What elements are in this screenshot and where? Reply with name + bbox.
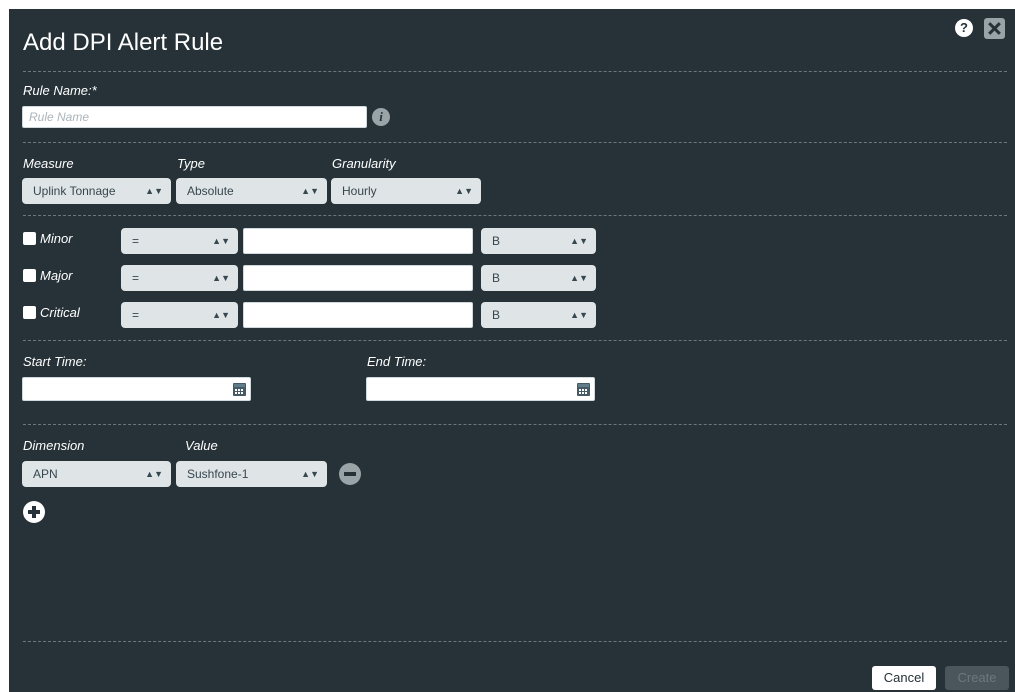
info-icon[interactable]: i <box>372 108 390 126</box>
create-button[interactable]: Create <box>945 666 1009 690</box>
select-arrows-icon: ▲▼ <box>145 185 163 196</box>
divider <box>23 215 1007 216</box>
major-operator-select[interactable]: = ▲▼ <box>121 265 238 291</box>
start-time-input[interactable] <box>22 377 251 401</box>
select-arrows-icon: ▲▼ <box>455 185 473 196</box>
major-checkbox[interactable] <box>23 269 36 282</box>
divider <box>23 424 1007 425</box>
help-icon[interactable]: ? <box>955 19 973 37</box>
granularity-select-value: Hourly <box>342 184 377 198</box>
select-arrows-icon: ▲▼ <box>570 309 588 320</box>
major-value-input[interactable] <box>243 265 473 291</box>
minor-operator-value: = <box>132 234 140 248</box>
rule-name-label: Rule Name:* <box>23 83 97 98</box>
dimension-label: Dimension <box>23 438 85 453</box>
dialog-title: Add DPI Alert Rule <box>23 29 224 56</box>
dimension-select-value: APN <box>33 467 58 481</box>
major-label: Major <box>40 268 73 283</box>
minor-checkbox[interactable] <box>23 232 36 245</box>
select-arrows-icon: ▲▼ <box>570 235 588 246</box>
critical-operator-select[interactable]: = ▲▼ <box>121 302 238 328</box>
minor-value-input[interactable] <box>243 228 473 254</box>
critical-threshold-row: Critical <box>23 305 80 320</box>
add-dpi-alert-rule-dialog: Add DPI Alert Rule ? Rule Name:* i Measu… <box>9 9 1015 692</box>
critical-unit-select[interactable]: B ▲▼ <box>481 302 596 328</box>
measure-select-value: Uplink Tonnage <box>33 184 116 198</box>
select-arrows-icon: ▲▼ <box>570 272 588 283</box>
end-time-input[interactable] <box>366 377 595 401</box>
start-time-label: Start Time: <box>23 354 87 369</box>
value-select[interactable]: Sushfone-1 ▲▼ <box>176 461 327 487</box>
select-arrows-icon: ▲▼ <box>212 309 230 320</box>
critical-value-input[interactable] <box>243 302 473 328</box>
end-time-label: End Time: <box>367 354 427 369</box>
major-threshold-row: Major <box>23 268 73 283</box>
granularity-label: Granularity <box>332 156 396 171</box>
minor-unit-value: B <box>492 234 501 248</box>
calendar-icon[interactable] <box>233 383 246 396</box>
type-label: Type <box>177 156 205 171</box>
divider <box>23 71 1007 72</box>
value-select-value: Sushfone-1 <box>187 467 249 481</box>
minor-operator-select[interactable]: = ▲▼ <box>121 228 238 254</box>
critical-label: Critical <box>40 305 80 320</box>
measure-select[interactable]: Uplink Tonnage ▲▼ <box>22 178 171 204</box>
critical-operator-value: = <box>132 308 140 322</box>
divider <box>23 142 1007 143</box>
minor-label: Minor <box>40 231 73 246</box>
minor-threshold-row: Minor <box>23 231 73 246</box>
measure-label: Measure <box>23 156 74 171</box>
divider <box>23 340 1007 341</box>
cancel-button[interactable]: Cancel <box>872 666 936 690</box>
divider <box>23 641 1007 642</box>
remove-dimension-icon[interactable] <box>339 463 361 485</box>
calendar-icon[interactable] <box>577 383 590 396</box>
dimension-select[interactable]: APN ▲▼ <box>22 461 171 487</box>
close-icon[interactable] <box>984 18 1005 39</box>
critical-checkbox[interactable] <box>23 306 36 319</box>
major-unit-value: B <box>492 271 501 285</box>
rule-name-input[interactable] <box>22 106 367 128</box>
select-arrows-icon: ▲▼ <box>301 468 319 479</box>
type-select[interactable]: Absolute ▲▼ <box>176 178 327 204</box>
granularity-select[interactable]: Hourly ▲▼ <box>331 178 481 204</box>
select-arrows-icon: ▲▼ <box>145 468 163 479</box>
type-select-value: Absolute <box>187 184 234 198</box>
select-arrows-icon: ▲▼ <box>212 272 230 283</box>
major-unit-select[interactable]: B ▲▼ <box>481 265 596 291</box>
critical-unit-value: B <box>492 308 501 322</box>
add-dimension-icon[interactable] <box>23 501 45 523</box>
major-operator-value: = <box>132 271 140 285</box>
select-arrows-icon: ▲▼ <box>301 185 319 196</box>
minor-unit-select[interactable]: B ▲▼ <box>481 228 596 254</box>
select-arrows-icon: ▲▼ <box>212 235 230 246</box>
value-label: Value <box>185 438 218 453</box>
